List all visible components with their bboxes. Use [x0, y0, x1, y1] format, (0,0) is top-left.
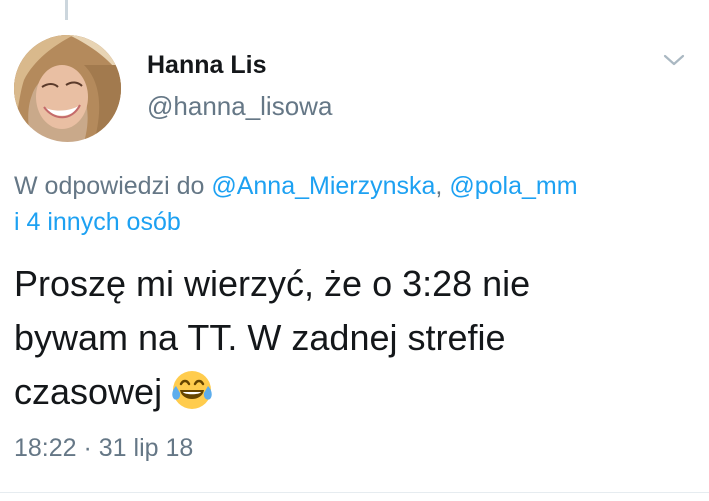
- mention-anna-mierzynska[interactable]: @Anna_Mierzynska: [211, 172, 435, 200]
- tweet-time: 18:22: [14, 434, 77, 462]
- avatar[interactable]: [14, 35, 121, 142]
- timestamp-separator: ·: [76, 434, 99, 462]
- tweet-text-line: czasowej: [14, 371, 163, 412]
- face-with-tears-of-joy-icon: [170, 368, 214, 412]
- tweet-timestamp[interactable]: 18:22 · 31 lip 18: [14, 434, 193, 463]
- mention-pola-mm[interactable]: @pola_mm: [449, 172, 577, 200]
- author-display-name[interactable]: Hanna Lis: [147, 51, 266, 80]
- author-handle[interactable]: @hanna_lisowa: [147, 91, 332, 122]
- chevron-down-icon[interactable]: [662, 50, 686, 70]
- mention-separator: ,: [435, 172, 450, 200]
- reply-others-link[interactable]: i 4 innych osób: [14, 208, 181, 236]
- reply-context: W odpowiedzi do @Anna_Mierzynska, @pola_…: [14, 168, 694, 240]
- tweet-text: Proszę mi wierzyć, że o 3:28 nie bywam n…: [14, 257, 674, 419]
- thread-connector-line: [65, 0, 68, 20]
- tweet-date: 31 lip 18: [98, 434, 194, 462]
- avatar-image: [14, 35, 121, 142]
- tweet-text-line: Proszę mi wierzyć, że o 3:28 nie: [14, 263, 531, 304]
- reply-context-prefix: W odpowiedzi do: [14, 172, 212, 200]
- divider: [0, 492, 709, 493]
- tweet-text-line: bywam na TT. W zadnej strefie: [14, 317, 506, 358]
